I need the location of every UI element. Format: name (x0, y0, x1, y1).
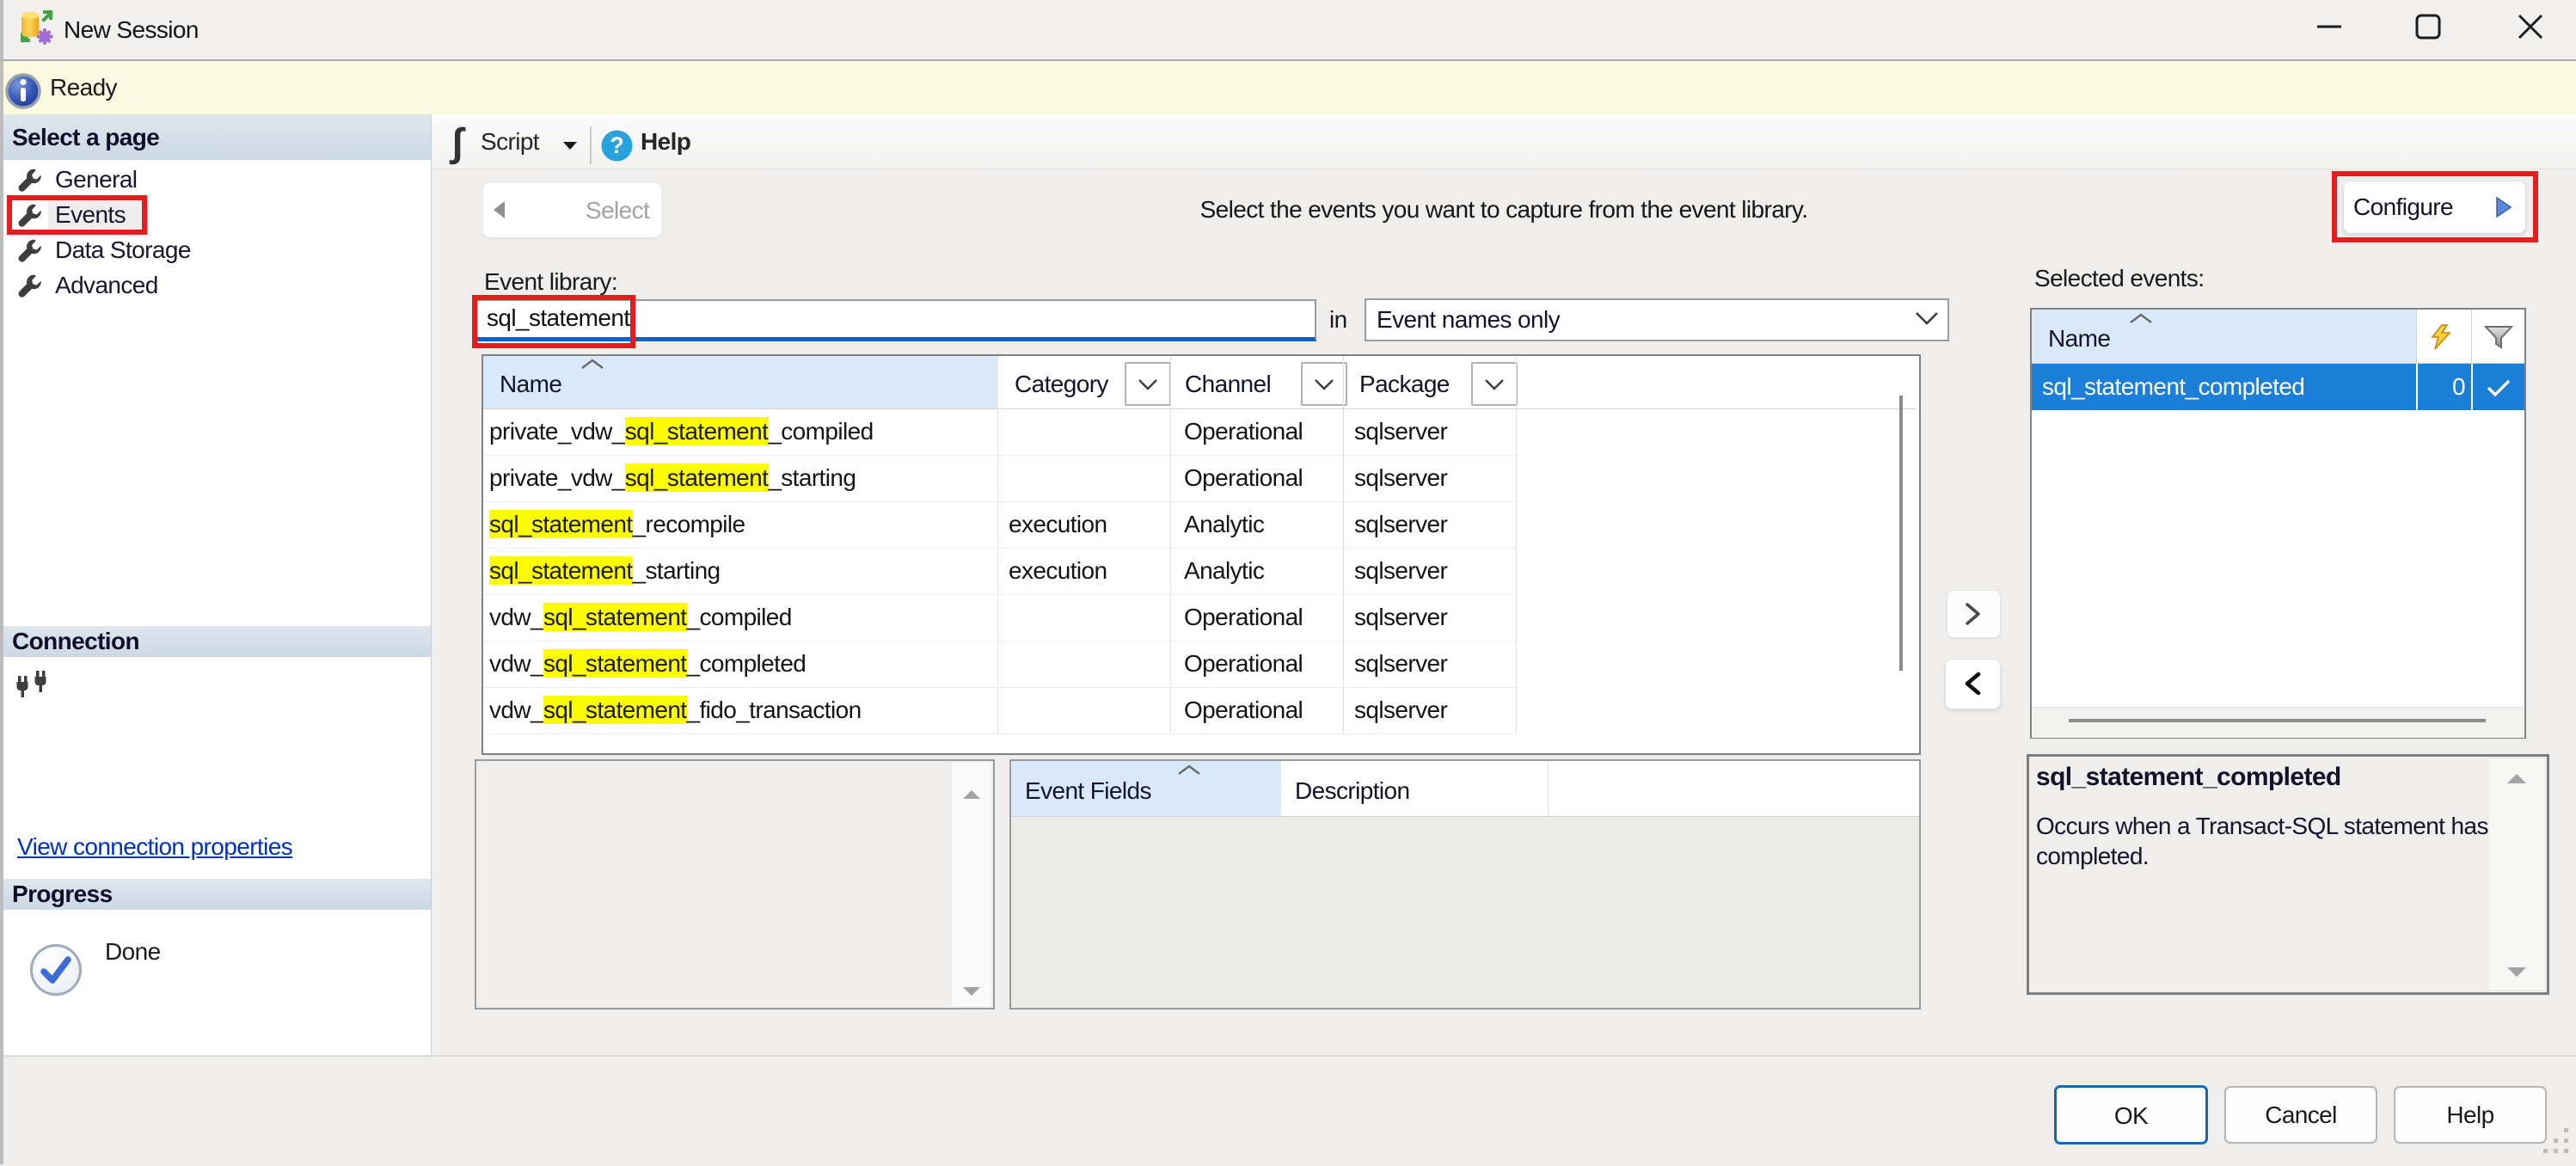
svg-text:?: ? (610, 132, 624, 158)
